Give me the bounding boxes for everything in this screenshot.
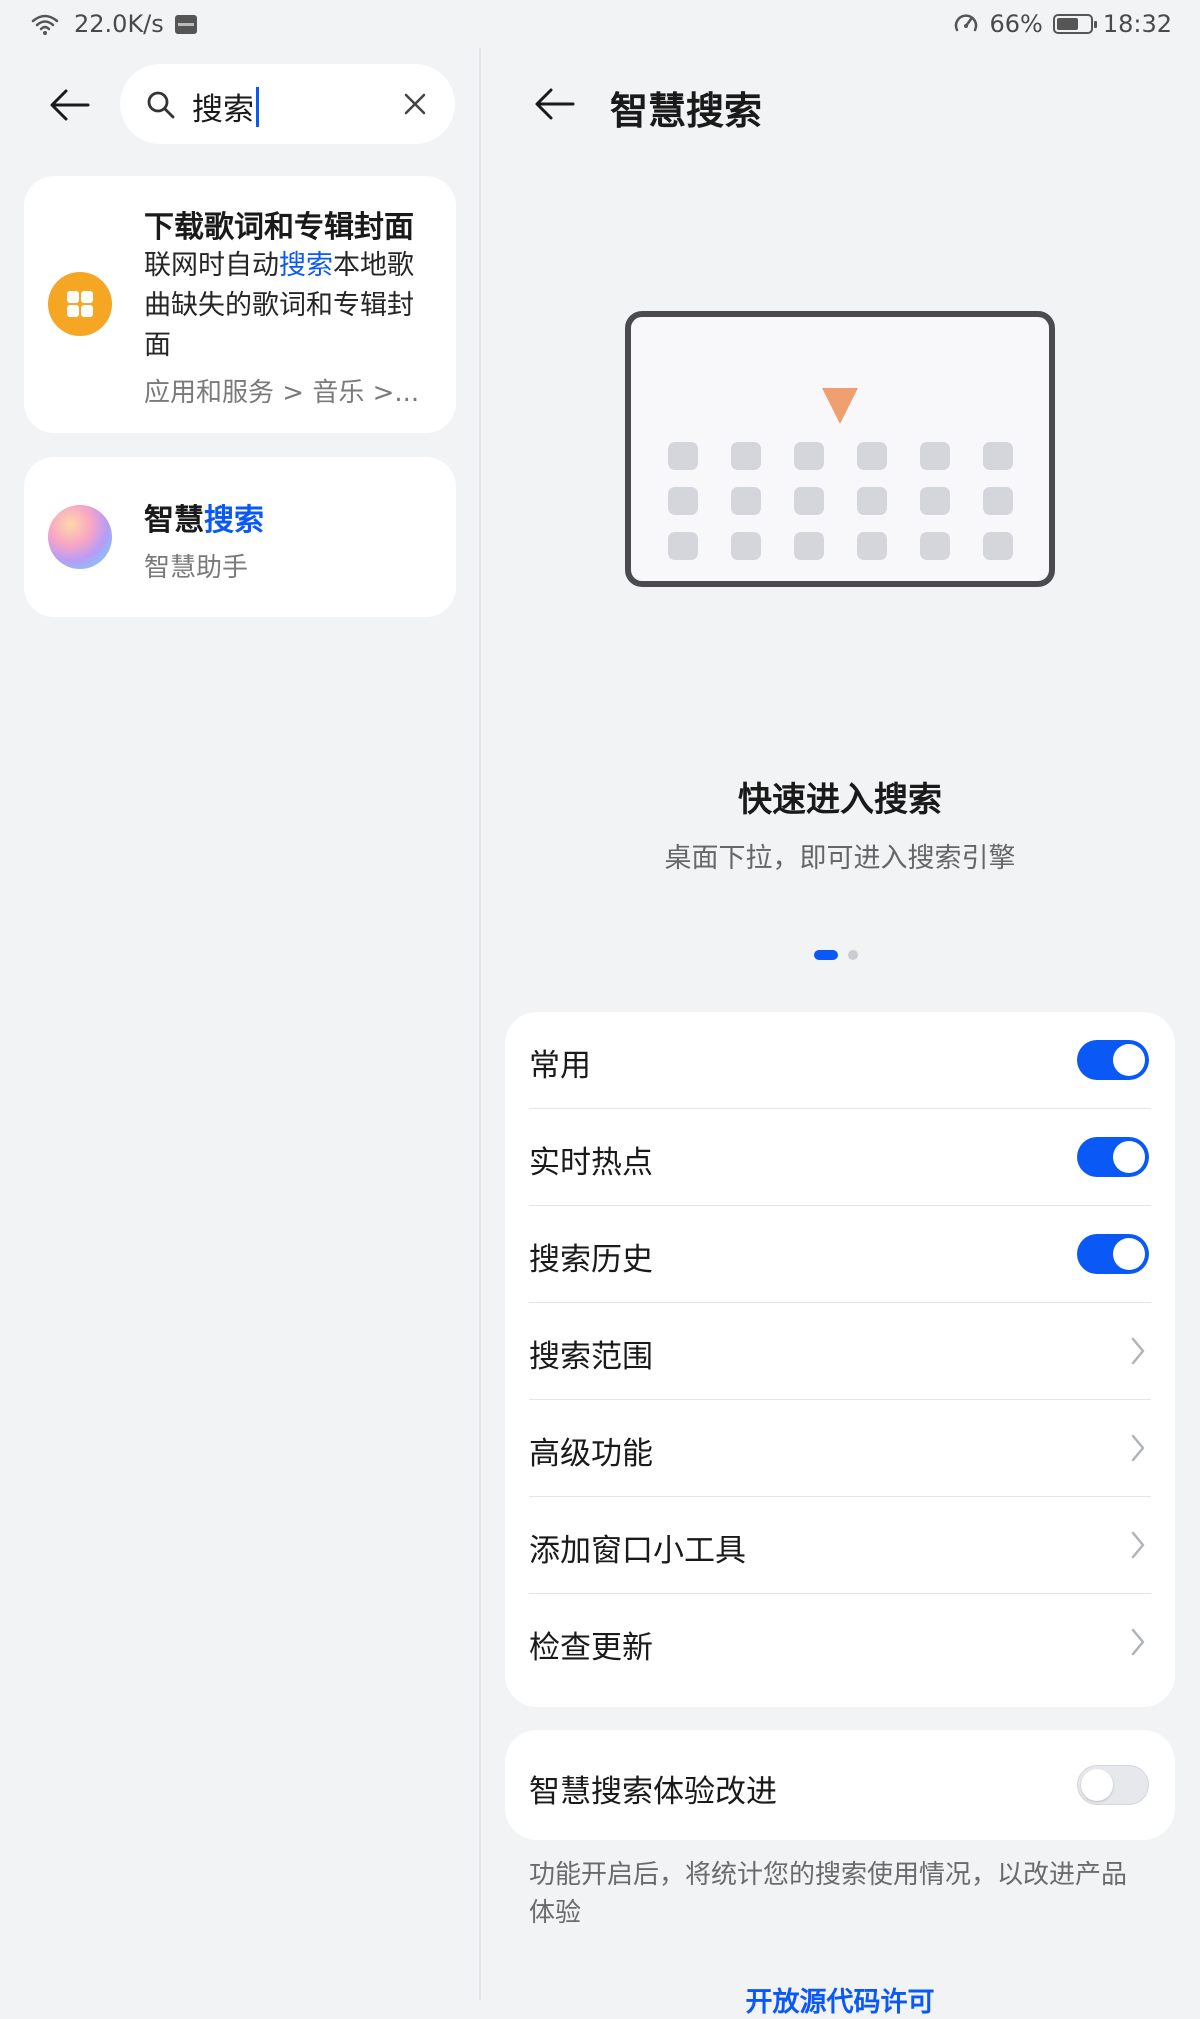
setting-row[interactable]: 检查更新 <box>529 1594 1151 1691</box>
clock: 18:32 <box>1102 10 1172 38</box>
app-grid-tile <box>920 487 950 515</box>
setting-row[interactable]: 实时热点 <box>529 1109 1151 1206</box>
setting-row[interactable]: 搜索历史 <box>529 1206 1151 1303</box>
toggle-knob <box>1081 1769 1113 1801</box>
carousel-dot-active[interactable] <box>814 950 838 960</box>
app-grid-tile <box>983 532 1013 560</box>
left-back-button[interactable] <box>40 75 100 135</box>
wifi-icon <box>31 14 59 35</box>
huawei-app-icon <box>174 15 197 34</box>
app-grid-tile <box>920 442 950 470</box>
toggle-knob <box>1113 1044 1145 1076</box>
page-title: 智慧搜索 <box>610 89 763 133</box>
app-grid-tile <box>731 442 761 470</box>
toggle-knob <box>1113 1141 1145 1173</box>
result-title: 智慧搜索 <box>144 503 264 538</box>
status-right: 66% 18:32 <box>953 10 1172 38</box>
toggle-knob <box>1113 1238 1145 1270</box>
experience-improvement-label: 智慧搜索体验改进 <box>529 1774 777 1810</box>
setting-label: 检查更新 <box>529 1630 653 1666</box>
search-result-smart-search[interactable]: 智慧搜索 智慧助手 <box>24 457 456 617</box>
app-grid-tile <box>920 532 950 560</box>
left-header: 搜索 <box>0 60 478 150</box>
chevron-right-icon <box>1131 1531 1145 1559</box>
result-desc-line2: 曲缺失的歌词和专辑封 <box>144 290 414 321</box>
battery-icon <box>1052 14 1097 34</box>
clear-search-icon[interactable] <box>397 86 433 122</box>
app-grid-tile <box>983 442 1013 470</box>
app-grid-tile <box>794 532 824 560</box>
result-title: 下载歌词和专辑封面 <box>144 210 414 245</box>
chevron-right-icon <box>1131 1434 1145 1462</box>
pull-down-search-illustration <box>625 311 1055 587</box>
highlight-match: 搜索 <box>204 503 264 538</box>
back-arrow-icon <box>50 89 90 121</box>
carousel-indicator[interactable] <box>814 950 858 960</box>
setting-row[interactable]: 搜索范围 <box>529 1303 1151 1400</box>
setting-toggle[interactable] <box>1077 1040 1149 1080</box>
result-path: 应用和服务 > 音乐 >... <box>144 378 420 408</box>
result-desc-line3: 面 <box>144 330 171 361</box>
right-back-button[interactable] <box>525 74 585 134</box>
app-grid-tile <box>857 442 887 470</box>
search-query-text: 搜索 <box>192 92 254 128</box>
settings-list: 常用实时热点搜索历史搜索范围高级功能添加窗口小工具 检查更新 <box>505 1012 1175 1707</box>
net-speed: 22.0K/s <box>74 10 164 38</box>
setting-label: 常用 <box>529 1048 591 1084</box>
pane-divider <box>479 48 481 2000</box>
search-result-lyrics[interactable]: 下载歌词和专辑封面 联网时自动搜索本地歌 曲缺失的歌词和专辑封 面 应用和服务 … <box>24 176 456 433</box>
chevron-right-icon <box>1131 1337 1145 1365</box>
setting-label: 高级功能 <box>529 1436 653 1472</box>
back-arrow-icon <box>535 88 575 120</box>
app-grid-tile <box>983 487 1013 515</box>
battery-percent: 66% <box>989 10 1043 38</box>
app-grid-tile <box>794 487 824 515</box>
app-grid-tile <box>668 487 698 515</box>
smart-assistant-icon <box>48 505 112 569</box>
result-desc-line1: 联网时自动搜索本地歌 <box>144 250 414 281</box>
app-grid-tile <box>857 532 887 560</box>
feature-description: 桌面下拉，即可进入搜索引擎 <box>664 843 1016 874</box>
setting-row[interactable]: 常用 <box>529 1012 1151 1109</box>
result-desc: 联网时自动搜索本地歌 曲缺失的歌词和专辑封 面 <box>144 246 414 366</box>
status-bar: 22.0K/s 66% 18:32 <box>0 0 1200 50</box>
setting-row[interactable]: 添加窗口小工具 <box>529 1497 1151 1594</box>
experience-improvement-note: 功能开启后，将统计您的搜索使用情况，以改进产品体验 <box>529 1860 1128 1928</box>
app-grid-tile <box>794 442 824 470</box>
app-grid-tile <box>668 442 698 470</box>
text-caret <box>256 86 259 127</box>
chevron-right-icon <box>1131 1628 1145 1656</box>
setting-label: 添加窗口小工具 <box>529 1533 746 1569</box>
highlight-match: 搜索 <box>279 250 333 281</box>
experience-improvement-row[interactable]: 智慧搜索体验改进 <box>505 1730 1175 1840</box>
status-left: 22.0K/s <box>30 10 198 38</box>
app-grid-tile <box>731 532 761 560</box>
setting-label: 搜索范围 <box>529 1339 653 1375</box>
setting-label: 实时热点 <box>529 1145 653 1181</box>
search-input[interactable]: 搜索 <box>120 64 455 144</box>
feature-title: 快速进入搜索 <box>738 780 942 820</box>
search-query: 搜索 <box>192 84 259 129</box>
carousel-dot[interactable] <box>848 950 858 960</box>
app-grid-tile <box>857 487 887 515</box>
setting-toggle[interactable] <box>1077 1137 1149 1177</box>
experience-improvement-toggle[interactable] <box>1077 1765 1149 1805</box>
result-subtitle: 智慧助手 <box>144 553 249 583</box>
app-grid-tile <box>731 487 761 515</box>
search-icon <box>147 91 175 119</box>
setting-label: 搜索历史 <box>529 1242 653 1278</box>
music-app-icon <box>48 272 112 336</box>
setting-row[interactable]: 高级功能 <box>529 1400 1151 1497</box>
app-grid-tile <box>668 532 698 560</box>
setting-toggle[interactable] <box>1077 1234 1149 1274</box>
speed-gauge-icon <box>955 14 978 32</box>
